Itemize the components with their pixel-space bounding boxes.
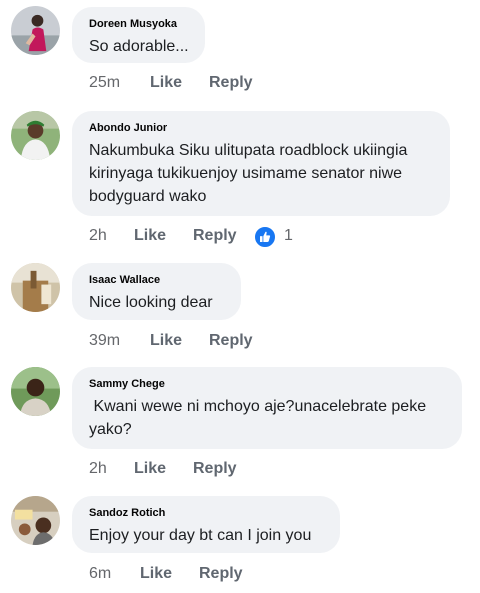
comment-bubble: Sammy Chege Kwani wewe ni mchoyo aje?una… xyxy=(72,367,462,449)
comment-author[interactable]: Doreen Musyoka xyxy=(89,17,189,31)
comment-author[interactable]: Isaac Wallace xyxy=(89,273,225,287)
comment-text: So adorable... xyxy=(89,38,189,55)
comment-text: Nice looking dear xyxy=(89,294,213,311)
like-button[interactable]: Like xyxy=(134,458,166,480)
comment-text: Kwani wewe ni mchoyo aje?unacelebrate pe… xyxy=(89,398,431,438)
comment-author[interactable]: Abondo Junior xyxy=(89,121,434,135)
reply-button[interactable]: Reply xyxy=(193,225,237,247)
commenter-avatar[interactable] xyxy=(11,6,60,55)
comment-timestamp[interactable]: 2h xyxy=(89,225,107,247)
comment-author[interactable]: Sammy Chege xyxy=(89,377,446,391)
comment-meta: 39m Like Reply xyxy=(89,330,289,352)
comment-meta: 2h Like Reply xyxy=(89,458,289,480)
reaction-count[interactable]: 1 xyxy=(284,225,293,247)
comment-author[interactable]: Sandoz Rotich xyxy=(89,506,324,520)
comment-meta: 6m Like Reply xyxy=(89,563,289,585)
comment-timestamp[interactable]: 2h xyxy=(89,458,107,480)
commenter-avatar[interactable] xyxy=(11,263,60,312)
comment-bubble: Sandoz Rotich Enjoy your day bt can I jo… xyxy=(72,496,340,553)
comment-timestamp[interactable]: 25m xyxy=(89,72,120,94)
like-button[interactable]: Like xyxy=(140,563,172,585)
comment-bubble: Doreen Musyoka So adorable... xyxy=(72,7,205,63)
like-button[interactable]: Like xyxy=(134,225,166,247)
reply-button[interactable]: Reply xyxy=(199,563,243,585)
reply-button[interactable]: Reply xyxy=(193,458,237,480)
commenter-avatar[interactable] xyxy=(11,111,60,160)
comment-text: Enjoy your day bt can I join you xyxy=(89,527,312,544)
reply-button[interactable]: Reply xyxy=(209,72,253,94)
like-reaction-icon[interactable] xyxy=(253,225,277,249)
like-button[interactable]: Like xyxy=(150,72,182,94)
reply-button[interactable]: Reply xyxy=(209,330,253,352)
comment-timestamp[interactable]: 39m xyxy=(89,330,120,352)
comment-meta: 2h Like Reply 1 xyxy=(89,225,329,249)
comment-text: Nakumbuka Siku ulitupata roadblock ukiin… xyxy=(89,142,408,205)
comment-meta: 25m Like Reply xyxy=(89,72,289,94)
commenter-avatar[interactable] xyxy=(11,496,60,545)
like-button[interactable]: Like xyxy=(150,330,182,352)
comment-bubble: Isaac Wallace Nice looking dear xyxy=(72,263,241,320)
comment-bubble: Abondo Junior Nakumbuka Siku ulitupata r… xyxy=(72,111,450,216)
comment-timestamp[interactable]: 6m xyxy=(89,563,111,585)
commenter-avatar[interactable] xyxy=(11,367,60,416)
